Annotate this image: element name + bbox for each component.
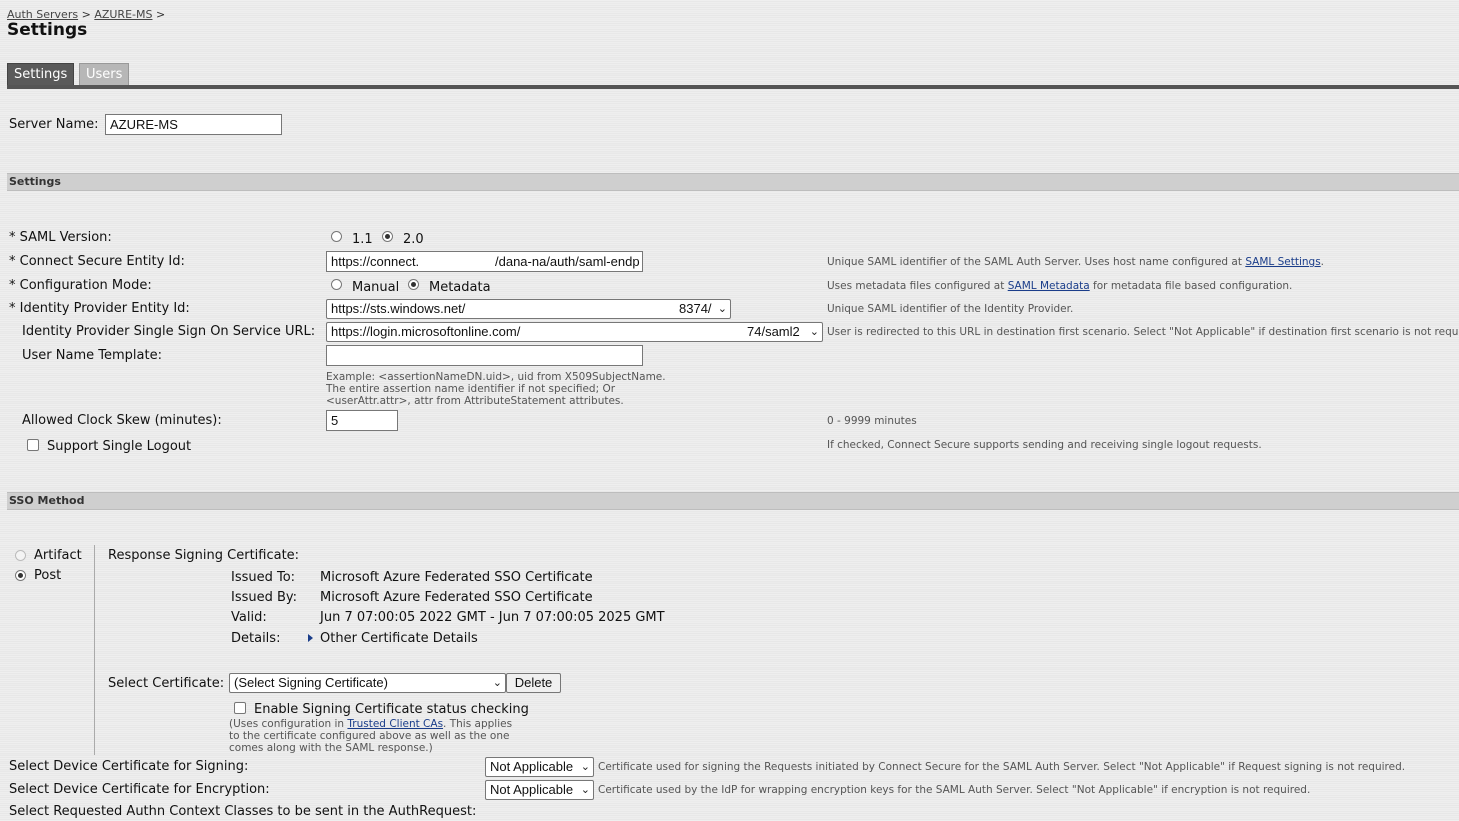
issued-by-value: Microsoft Azure Federated SSO Certificat…: [320, 590, 593, 605]
expand-triangle-icon[interactable]: [308, 634, 313, 642]
select-certificate-value: (Select Signing Certificate): [234, 675, 388, 690]
valid-value: Jun 7 07:00:05 2022 GMT - Jun 7 07:00:05…: [320, 610, 665, 625]
username-template-input[interactable]: [326, 345, 643, 366]
other-cert-details-toggle[interactable]: Other Certificate Details: [320, 631, 478, 646]
sso-artifact-label: Artifact: [34, 548, 82, 563]
device-encryption-hint: Certificate used by the IdP for wrapping…: [598, 784, 1311, 796]
username-template-example-2: The entire assertion name identifier if …: [326, 383, 616, 395]
entity-id-label: * Connect Secure Entity Id:: [9, 254, 185, 269]
tab-settings[interactable]: Settings: [7, 63, 75, 87]
username-template-example-3: <userAttr.attr>, attr from AttributeStat…: [326, 395, 624, 407]
sso-artifact-radio[interactable]: [15, 550, 26, 561]
single-logout-checkbox[interactable]: [27, 439, 39, 451]
saml-version-1-1-radio[interactable]: [331, 231, 342, 242]
sso-post-label: Post: [34, 568, 62, 583]
config-mode-metadata-label: Metadata: [429, 280, 491, 295]
idp-sso-url-value-start: https://login.microsoftonline.com/: [331, 324, 521, 339]
idp-sso-url-hint: User is redirected to this URL in destin…: [827, 326, 1459, 338]
clock-skew-label: Allowed Clock Skew (minutes):: [22, 413, 222, 428]
breadcrumb-azure-ms-link[interactable]: AZURE-MS: [94, 8, 152, 21]
breadcrumb-separator: >: [155, 8, 166, 21]
redacted-block: [423, 252, 495, 271]
tab-users[interactable]: Users: [79, 63, 130, 87]
device-signing-value: Not Applicable: [490, 759, 574, 774]
entity-id-hint: Unique SAML identifier of the SAML Auth …: [827, 256, 1324, 268]
response-signing-cert-heading: Response Signing Certificate:: [108, 548, 300, 563]
idp-entity-id-select[interactable]: https://sts.windows.net/ 8374/ ⌄: [326, 299, 731, 319]
config-mode-hint: Uses metadata files configured at SAML M…: [827, 280, 1292, 292]
idp-sso-url-label: Identity Provider Single Sign On Service…: [22, 324, 316, 339]
valid-label: Valid:: [231, 610, 267, 625]
cert-note-line-3: comes along with the SAML response.): [229, 742, 433, 754]
server-name-label: Server Name:: [9, 117, 99, 132]
chevron-down-icon: ⌄: [717, 303, 727, 315]
cert-status-check-label: Enable Signing Certificate status checki…: [254, 702, 529, 717]
saml-metadata-link[interactable]: SAML Metadata: [1008, 280, 1090, 292]
device-encryption-value: Not Applicable: [490, 782, 574, 797]
config-mode-metadata-radio[interactable]: [408, 279, 419, 290]
chevron-down-icon: ⌄: [580, 784, 590, 796]
idp-sso-url-select[interactable]: https://login.microsoftonline.com/ 74/sa…: [326, 322, 823, 342]
sso-method-divider: [94, 545, 95, 755]
single-logout-label: Support Single Logout: [47, 439, 192, 454]
sso-post-radio[interactable]: [15, 570, 26, 581]
saml-version-label: * SAML Version:: [9, 230, 112, 245]
config-mode-hint-end: for metadata file based configuration.: [1089, 280, 1293, 292]
clock-skew-input[interactable]: 5: [326, 410, 398, 431]
cert-note-line-2: to the certificate configured above as w…: [229, 730, 510, 742]
authn-context-label: Select Requested Authn Context Classes t…: [9, 804, 477, 819]
single-logout-hint: If checked, Connect Secure supports send…: [827, 439, 1262, 451]
device-signing-hint: Certificate used for signing the Request…: [598, 761, 1406, 773]
details-label: Details:: [231, 631, 281, 646]
device-encryption-label: Select Device Certificate for Encryption…: [9, 782, 270, 797]
sso-method-section-header: SSO Method: [7, 492, 1459, 510]
idp-entity-id-value-start: https://sts.windows.net/: [331, 301, 466, 316]
config-mode-hint-text: Uses metadata files configured at: [827, 280, 1008, 292]
page-title: Settings: [7, 20, 88, 40]
entity-id-hint-end: .: [1320, 256, 1325, 268]
cert-status-check-checkbox[interactable]: [234, 702, 246, 714]
entity-id-input[interactable]: https://connect. /dana-na/auth/saml-endp: [326, 251, 643, 272]
config-mode-label: * Configuration Mode:: [9, 278, 152, 293]
idp-entity-id-value-end: 8374/: [679, 301, 712, 316]
saml-version-1-1-label: 1.1: [352, 232, 373, 247]
issued-by-label: Issued By:: [231, 590, 298, 605]
device-encryption-select[interactable]: Not Applicable ⌄: [485, 780, 594, 800]
sso-method-section-title: SSO Method: [9, 494, 85, 507]
saml-version-2-0-label: 2.0: [403, 232, 424, 247]
chevron-down-icon: ⌄: [492, 677, 502, 689]
issued-to-label: Issued To:: [231, 570, 296, 585]
entity-id-value-start: https://connect.: [331, 254, 420, 269]
device-signing-select[interactable]: Not Applicable ⌄: [485, 757, 594, 777]
cert-note-line-1: (Uses configuration in Trusted Client CA…: [229, 718, 512, 730]
username-template-label: User Name Template:: [22, 348, 162, 363]
config-mode-manual-radio[interactable]: [331, 279, 342, 290]
cert-note-text-end: . This applies: [443, 718, 513, 730]
clock-skew-hint: 0 - 9999 minutes: [827, 415, 917, 427]
entity-id-value-end: /dana-na/auth/saml-endp: [495, 254, 640, 269]
entity-id-hint-text: Unique SAML identifier of the SAML Auth …: [827, 256, 1246, 268]
settings-section-header: Settings: [7, 173, 1459, 191]
idp-entity-id-label: * Identity Provider Entity Id:: [9, 301, 190, 316]
chevron-down-icon: ⌄: [580, 761, 590, 773]
settings-section-title: Settings: [9, 175, 61, 188]
config-mode-manual-label: Manual: [352, 280, 400, 295]
idp-sso-url-value-end: 74/saml2: [747, 324, 800, 339]
select-certificate-label: Select Certificate:: [108, 676, 225, 691]
select-certificate-dropdown[interactable]: (Select Signing Certificate) ⌄: [229, 673, 506, 693]
cert-note-text: (Uses configuration in: [229, 718, 348, 730]
username-template-example-1: Example: <assertionNameDN.uid>, uid from…: [326, 371, 666, 383]
saml-settings-link[interactable]: SAML Settings: [1245, 256, 1320, 268]
tab-underline: [7, 85, 1459, 89]
delete-button[interactable]: Delete: [506, 673, 561, 693]
issued-to-value: Microsoft Azure Federated SSO Certificat…: [320, 570, 593, 585]
device-signing-label: Select Device Certificate for Signing:: [9, 759, 249, 774]
saml-version-2-0-radio[interactable]: [382, 231, 393, 242]
server-name-input[interactable]: AZURE-MS: [105, 114, 282, 135]
trusted-client-cas-link[interactable]: Trusted Client CAs: [347, 718, 443, 730]
idp-entity-id-hint: Unique SAML identifier of the Identity P…: [827, 303, 1074, 315]
chevron-down-icon: ⌄: [809, 326, 819, 338]
